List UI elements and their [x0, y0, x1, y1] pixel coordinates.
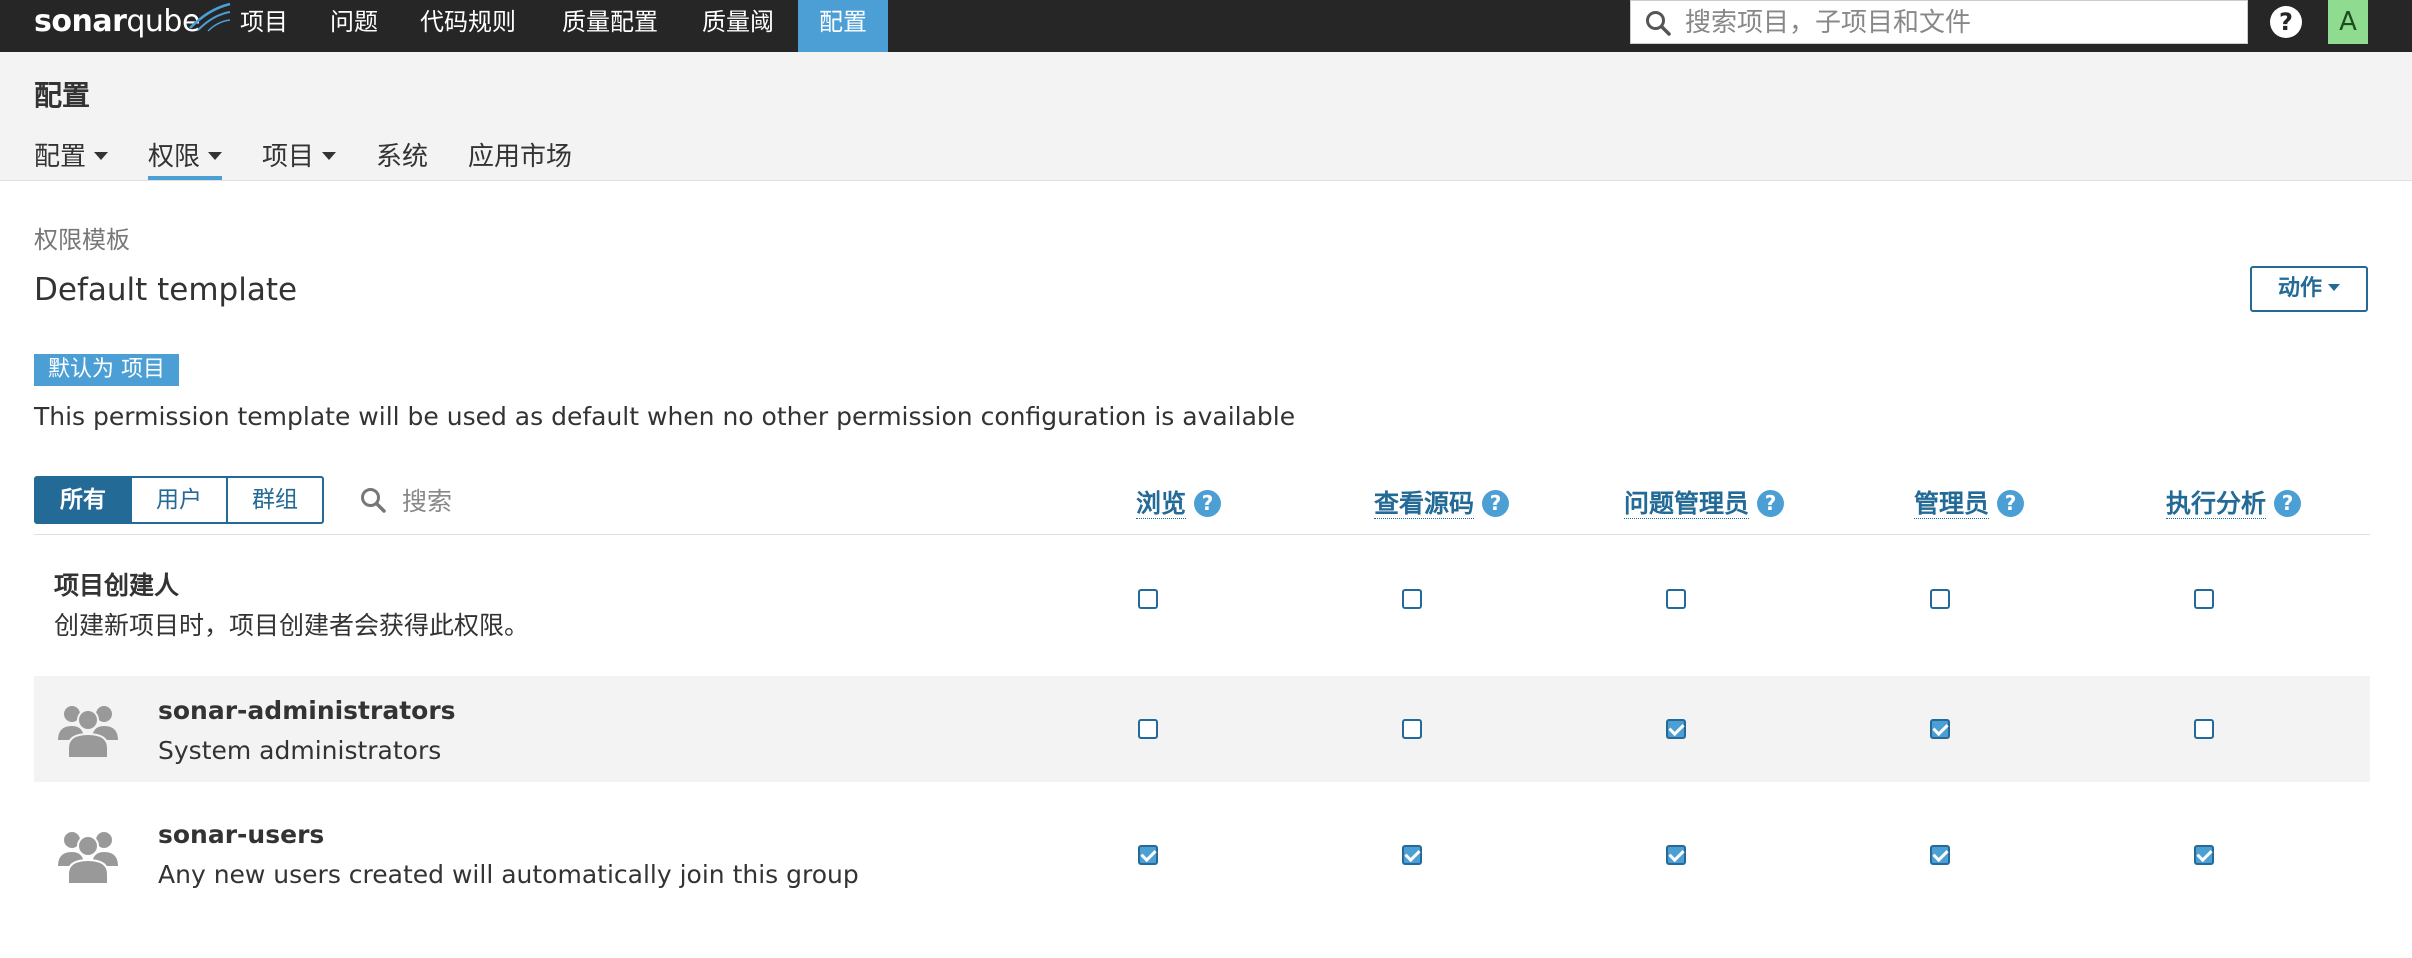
column-admin-label: 管理员 [1914, 489, 1990, 519]
permission-checkbox[interactable] [1138, 589, 1158, 609]
permission-checkbox[interactable] [1930, 589, 1950, 609]
permission-checkbox[interactable] [1666, 589, 1686, 609]
sonarqube-logo[interactable]: sonarqube [34, 0, 231, 52]
caret-down-icon [94, 151, 109, 160]
active-tab-indicator [148, 176, 222, 180]
actions-button[interactable]: 动作 [2250, 266, 2368, 312]
column-issue-admin[interactable]: 问题管理员? [1624, 484, 1785, 520]
table-row: 项目创建人 创建新项目时，项目创建者会获得此权限。 [34, 552, 2370, 662]
filter-all-button[interactable]: 所有 [34, 476, 132, 524]
default-badge: 默认为 项目 [34, 354, 179, 386]
help-circle-icon[interactable]: ? [1194, 489, 1222, 517]
tab-configuration-label: 配置 [34, 142, 87, 172]
column-browse-label: 浏览 [1136, 489, 1187, 519]
tab-security-label: 权限 [148, 142, 201, 172]
column-execute-analysis-label: 执行分析 [2166, 489, 2267, 519]
group-icon [58, 706, 118, 758]
holder-description: Any new users created will automatically… [158, 860, 859, 889]
nav-administration[interactable]: 配置 [798, 0, 888, 52]
nav-quality-gates[interactable]: 质量阈 [702, 0, 774, 52]
tab-marketplace[interactable]: 应用市场 [468, 136, 572, 173]
holder-name: 项目创建人 [54, 571, 180, 600]
table-row: sonar-users Any new users created will a… [34, 802, 2370, 908]
permission-checkbox[interactable] [1138, 845, 1158, 865]
caret-down-icon [208, 151, 223, 160]
permission-checkbox[interactable] [1402, 845, 1422, 865]
global-search-box[interactable] [1630, 0, 2248, 44]
column-admin[interactable]: 管理员? [1914, 484, 2025, 520]
tab-system[interactable]: 系统 [376, 136, 428, 173]
permission-checkbox[interactable] [1930, 719, 1950, 739]
group-icon [58, 832, 118, 884]
user-avatar[interactable]: A [2328, 0, 2368, 44]
top-navbar: sonarqube 项目 问题 代码规则 质量配置 质量阈 配置 ? A [0, 0, 2412, 52]
nav-quality-profiles[interactable]: 质量配置 [562, 0, 658, 52]
column-see-source[interactable]: 查看源码? [1374, 484, 1510, 520]
holder-description: 创建新项目时，项目创建者会获得此权限。 [54, 611, 530, 640]
tab-configuration[interactable]: 配置 [34, 136, 109, 173]
permission-checkbox[interactable] [1402, 589, 1422, 609]
permission-checkbox[interactable] [2194, 589, 2214, 609]
template-description: This permission template will be used as… [34, 402, 1296, 431]
holder-description: System administrators [158, 736, 442, 765]
tab-projects[interactable]: 项目 [262, 136, 337, 173]
holder-filter: 所有 用户 群组 [34, 476, 324, 524]
template-title: Default template [34, 272, 298, 308]
caret-down-icon [2328, 283, 2340, 291]
tab-security[interactable]: 权限 [148, 136, 223, 173]
nav-rules[interactable]: 代码规则 [420, 0, 516, 52]
filter-groups-button[interactable]: 群组 [226, 476, 324, 524]
holder-name: sonar-administrators [158, 696, 456, 725]
search-icon [361, 488, 386, 513]
nav-issues[interactable]: 问题 [330, 0, 378, 52]
actions-button-label: 动作 [2277, 276, 2322, 301]
help-icon[interactable]: ? [2270, 6, 2302, 38]
help-circle-icon[interactable]: ? [1757, 489, 1785, 517]
holder-search-input[interactable] [400, 482, 704, 520]
global-search-input[interactable] [1683, 5, 2237, 41]
holder-name: sonar-users [158, 820, 325, 849]
permission-checkbox[interactable] [1666, 845, 1686, 865]
nav-projects[interactable]: 项目 [240, 0, 288, 52]
permission-checkbox[interactable] [2194, 845, 2214, 865]
permission-checkbox[interactable] [1402, 719, 1422, 739]
help-circle-icon[interactable]: ? [1997, 489, 2025, 517]
logo-wave-icon [189, 2, 231, 32]
table-row: sonar-administrators System administrato… [34, 676, 2370, 782]
page-title: 配置 [34, 79, 91, 112]
help-circle-icon[interactable]: ? [1482, 489, 1510, 517]
permission-checkbox[interactable] [1930, 845, 1950, 865]
caret-down-icon [322, 151, 337, 160]
logo-text-bold: sonar [34, 4, 127, 39]
filter-users-button[interactable]: 用户 [130, 476, 228, 524]
column-see-source-label: 查看源码 [1374, 489, 1475, 519]
column-execute-analysis[interactable]: 执行分析? [2166, 484, 2302, 520]
search-icon [1646, 11, 1671, 36]
breadcrumb[interactable]: 权限模板 [34, 220, 130, 255]
column-issue-admin-label: 问题管理员 [1624, 489, 1750, 519]
help-circle-icon[interactable]: ? [2274, 489, 2302, 517]
permission-checkbox[interactable] [1138, 719, 1158, 739]
permission-checkbox[interactable] [1666, 719, 1686, 739]
permission-checkbox[interactable] [2194, 719, 2214, 739]
admin-header: 配置 [0, 52, 2412, 181]
column-browse[interactable]: 浏览? [1136, 484, 1222, 520]
tab-projects-label: 项目 [262, 142, 315, 172]
table-header-divider [34, 534, 2370, 535]
